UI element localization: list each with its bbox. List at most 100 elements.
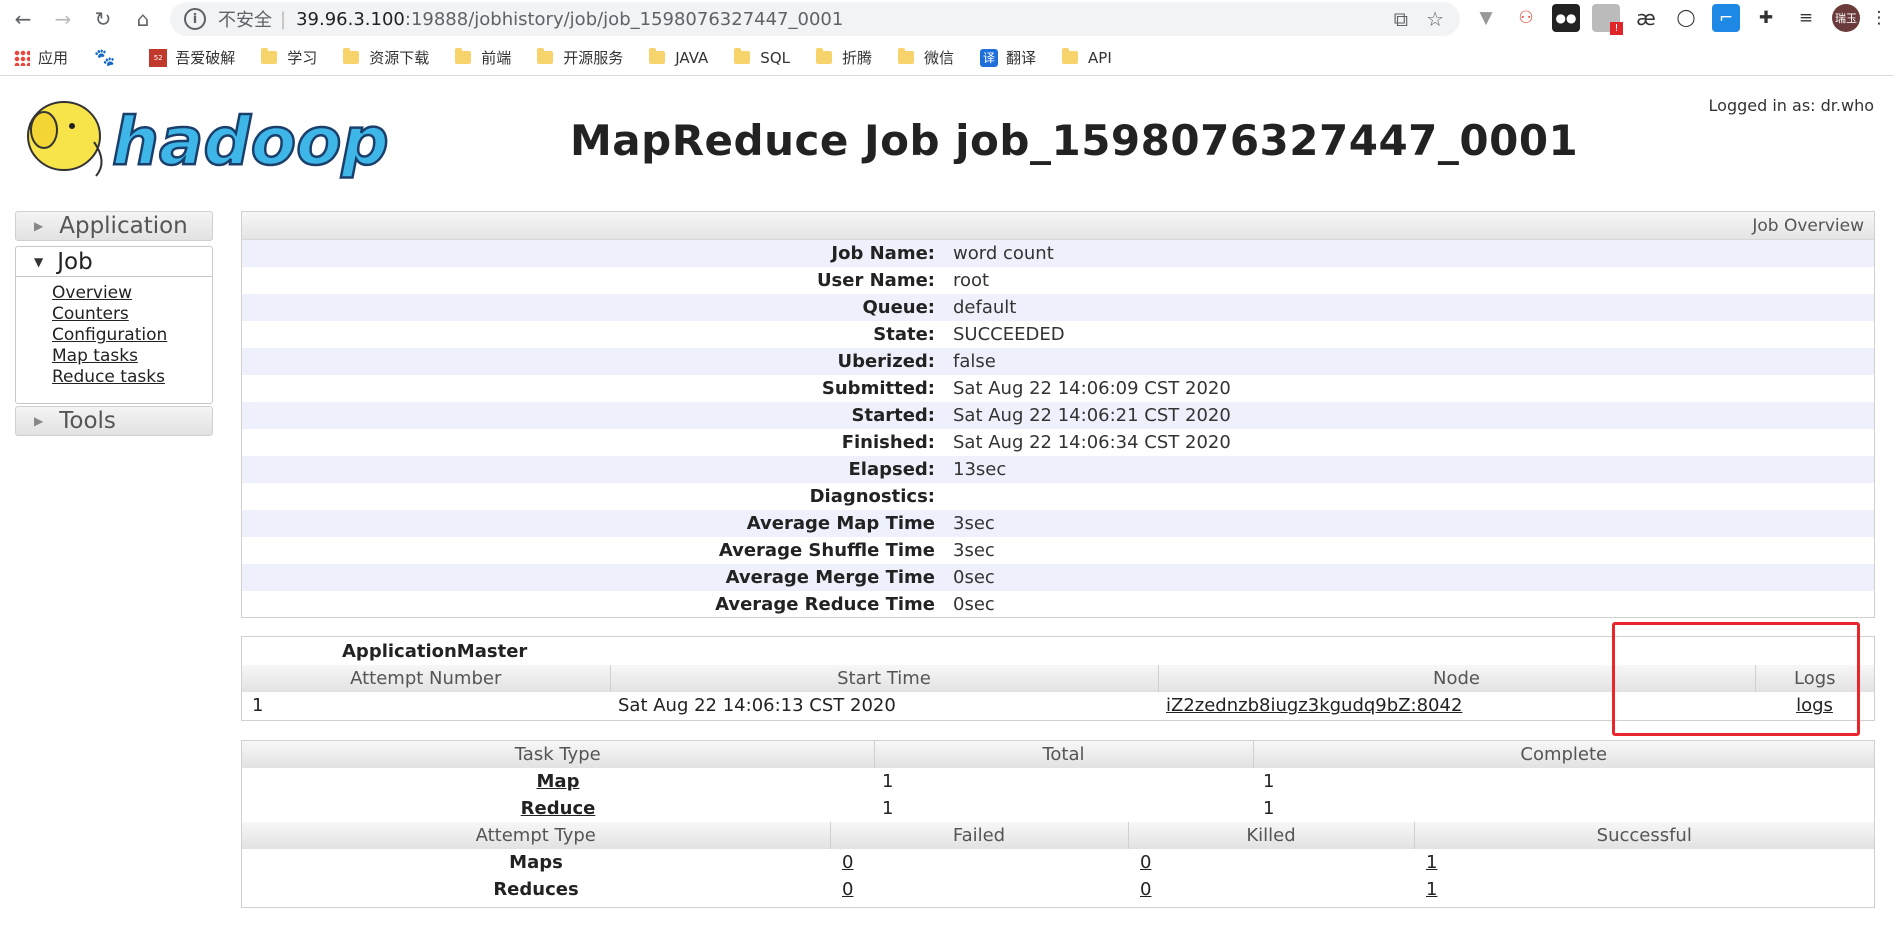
translate-icon: 译 (980, 48, 999, 67)
sidebar-job-link-overview[interactable]: Overview (52, 283, 212, 304)
reload-icon[interactable]: ↻ (86, 2, 120, 36)
overview-row: Uberized: false (242, 348, 1874, 375)
bookmark-item[interactable]: 学习 (261, 47, 317, 68)
bookmark-item[interactable]: 微信 (898, 47, 954, 68)
folder-icon (261, 48, 278, 64)
attempt-header-killed: Killed (1127, 822, 1414, 849)
bookmark-item[interactable]: 折腾 (815, 47, 872, 68)
job-overview-rows: Job Name: word count User Name: root Queue: d… (242, 240, 1874, 618)
task-header-complete: Complete (1252, 741, 1874, 768)
site-info-icon[interactable]: i (184, 8, 206, 30)
network-extension-icon[interactable]: ⚇ (1512, 4, 1540, 32)
address-bar[interactable]: i 不安全 | 39.96.3.100:19888/jobhistory/job… (170, 2, 1460, 36)
table-row: Reduces 0 0 1 (242, 876, 1874, 903)
bookmark-item[interactable]: SQL (734, 48, 790, 67)
application-master-panel: ApplicationMaster Attempt Number Start T… (241, 636, 1875, 721)
am-node-link[interactable]: iZ2zednzb8iugz3kgudq9bZ:8042 (1166, 695, 1462, 716)
forward-icon[interactable]: → (46, 2, 80, 36)
home-icon[interactable]: ⌂ (126, 2, 160, 36)
attempt-successful-link[interactable]: 1 (1426, 879, 1437, 900)
overview-value: Sat Aug 22 14:06:34 CST 2020 (953, 432, 1231, 453)
bookmark-item[interactable]: 开源服务 (537, 47, 623, 68)
sidebar-job-link-reduce-tasks[interactable]: Reduce tasks (52, 367, 212, 388)
logo-text: hadoop (112, 103, 389, 180)
sidebar-tools[interactable]: ▶ Tools (15, 406, 213, 436)
bookmark-item[interactable]: 资源下载 (343, 47, 429, 68)
extension-with-badge-icon[interactable]: ! (1592, 4, 1623, 35)
overview-value: root (953, 270, 990, 291)
am-header-logs: Logs (1754, 665, 1874, 692)
overview-value: 0sec (953, 567, 995, 588)
overview-row: Finished: Sat Aug 22 14:06:34 CST 2020 (242, 429, 1874, 456)
am-header-start-time: Start Time (609, 665, 1158, 692)
bookmark-item[interactable]: API (1062, 48, 1112, 67)
folder-icon (455, 48, 472, 64)
bookmark-label: 吾爱破解 (175, 49, 236, 67)
task-complete: 1 (1263, 798, 1275, 819)
bookmark-item[interactable]: 译翻译 (980, 47, 1036, 68)
am-logs-link[interactable]: logs (1796, 695, 1833, 716)
bookmark-label: 翻译 (1006, 49, 1037, 67)
attempt-killed-link[interactable]: 0 (1140, 852, 1151, 873)
menu-kebab-icon[interactable]: ⋮ (1871, 4, 1888, 32)
apps-grid-icon (14, 49, 30, 66)
task-complete: 1 (1263, 771, 1275, 792)
sidebar-application[interactable]: ▶ Application (15, 211, 213, 241)
attempt-type-table: Attempt Type Failed Killed Successful Ma… (242, 822, 1874, 903)
bookmark-label: JAVA (675, 48, 709, 67)
overview-label: Started: (851, 405, 936, 426)
attempt-failed-link[interactable]: 0 (842, 852, 853, 873)
attempt-killed-link[interactable]: 0 (1140, 879, 1151, 900)
job-overview-panel: Job Overview Job Name: word count User Nam… (241, 211, 1875, 618)
bookmark-star-icon[interactable]: ☆ (1426, 7, 1444, 31)
ae-extension-icon[interactable]: æ (1632, 4, 1660, 32)
overview-value: default (953, 297, 1017, 318)
overview-label: Diagnostics: (809, 486, 935, 507)
bookmark-label: SQL (760, 48, 790, 67)
folder-icon (1062, 48, 1079, 64)
sidebar-application-label: Application (59, 213, 188, 239)
overview-value: 3sec (953, 540, 995, 561)
bookmark-item[interactable]: 前端 (455, 47, 511, 68)
task-type-table: Task Type Total Complete Map 1 1 Reduce … (242, 741, 1874, 822)
overview-value: false (953, 351, 996, 372)
bookmark-item[interactable]: 52 吾爱破解 (149, 47, 235, 68)
profile-avatar[interactable]: 瑞玉 (1832, 4, 1860, 32)
folder-icon (734, 48, 751, 64)
sidebar-job-link-configuration[interactable]: Configuration (52, 325, 212, 346)
table-row: Reduce 1 1 (242, 795, 1874, 822)
playlist-icon[interactable]: ≡ (1792, 4, 1820, 32)
overview-label: Submitted: (821, 378, 935, 399)
bracket-extension-icon[interactable]: ⌐ (1712, 4, 1740, 32)
overview-row: Submitted: Sat Aug 22 14:06:09 CST 2020 (242, 375, 1874, 402)
svg-text:hadoop: hadoop (112, 103, 389, 180)
tampermonkey-icon[interactable]: ●● (1552, 4, 1580, 32)
attempt-type: Maps (509, 852, 563, 873)
sidebar-job-link-counters[interactable]: Counters (52, 304, 212, 325)
bookmark-label: 资源下载 (369, 49, 430, 67)
sidebar-job-link-map-tasks[interactable]: Map tasks (52, 346, 212, 367)
circle-extension-icon[interactable]: ◯ (1672, 4, 1700, 32)
attempt-failed-link[interactable]: 0 (842, 879, 853, 900)
bookmark-label: 应用 (38, 49, 69, 67)
attempt-header-failed: Failed (829, 822, 1128, 849)
bookmark-label: API (1088, 48, 1112, 67)
insecure-label: 不安全 (218, 10, 272, 31)
bookmark-item[interactable]: 应用 (14, 47, 68, 68)
expanded-triangle-icon: ▼ (34, 254, 44, 269)
task-type-reduce-link[interactable]: Reduce (521, 798, 596, 819)
attempt-successful-link[interactable]: 1 (1426, 852, 1437, 873)
bookmark-item[interactable]: JAVA (649, 48, 709, 67)
hadoop-logo: hadoop (27, 101, 390, 181)
bookmark-item[interactable]: 🐾 (94, 48, 123, 68)
puzzle-extensions-icon[interactable]: ✚ (1752, 4, 1780, 32)
translate-page-icon[interactable]: ⧉ (1394, 7, 1408, 31)
back-icon[interactable]: ← (6, 2, 40, 36)
extension-bar: ▼ ⚇ ●● ! æ ◯ ⌐ ✚ ≡ 瑞玉 ⋮ (1472, 4, 1888, 35)
bookmark-label: 学习 (287, 49, 318, 67)
overview-label: Average Merge Time (725, 567, 935, 588)
task-type-map-link[interactable]: Map (537, 771, 580, 792)
vue-devtools-icon[interactable]: ▼ (1472, 4, 1500, 32)
task-header-type: Task Type (242, 741, 874, 768)
sidebar-job-header[interactable]: ▼ Job (16, 247, 212, 277)
